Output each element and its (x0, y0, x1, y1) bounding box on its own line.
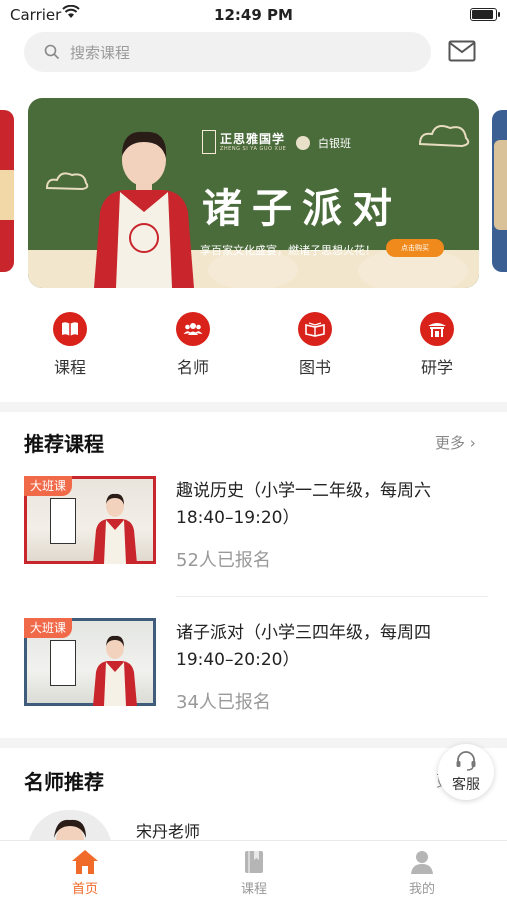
quick-nav: 课程 名师 图书 研学 (0, 312, 507, 382)
search-input[interactable]: 搜索课程 (24, 32, 431, 72)
enrolled-count: 34人已报名 (176, 692, 271, 713)
recommended-more-link[interactable]: 更多 › (435, 432, 476, 453)
tab-label: 我的 (408, 882, 435, 897)
course-thumbnail: 大班课 (24, 618, 156, 706)
class-badge: 白银班 (318, 137, 351, 150)
mail-icon[interactable] (448, 40, 476, 66)
quick-nav-label: 名师 (176, 358, 209, 377)
pavilion-icon (420, 312, 454, 346)
tab-label: 课程 (240, 882, 267, 897)
teacher-photo (94, 131, 194, 288)
teachers-icon (176, 312, 210, 346)
book-icon (245, 851, 263, 873)
home-icon (72, 850, 98, 874)
brand-name: 正思雅国学 (220, 132, 286, 146)
class-badge-icon (296, 136, 310, 150)
banner-next-slide[interactable] (492, 110, 507, 272)
more-label: 更多 (435, 434, 466, 452)
teacher-name[interactable]: 宋丹老师 (136, 818, 200, 842)
section-divider (0, 738, 507, 748)
clock: 12:49 PM (214, 6, 293, 24)
user-icon (411, 851, 433, 874)
course-title: 诸子派对（小学三四年级，每周四19:40–20:20） (176, 623, 431, 670)
teacher-photo (93, 493, 137, 564)
teacher-photo (93, 635, 137, 706)
customer-service-label: 客服 (452, 777, 480, 793)
recommended-title: 推荐课程 (24, 432, 104, 456)
tab-profile[interactable]: 我的 (372, 841, 472, 897)
section-divider (0, 402, 507, 412)
thumb-scroll (50, 640, 76, 686)
search-placeholder: 搜索课程 (70, 44, 131, 62)
banner-tagline: 享百家文化盛宴，燃诸子思想火花！ (200, 244, 376, 257)
quick-nav-courses[interactable]: 课程 (30, 312, 110, 378)
brand-subtitle: ZHENG SI YA GUO XUE (220, 146, 287, 152)
customer-service-button[interactable]: 客服 (438, 744, 494, 800)
course-title: 趣说历史（小学一二年级，每周六18:40–19:20） (176, 481, 431, 528)
brand-logo-icon (202, 130, 216, 154)
status-bar: Carrier 12:49 PM (0, 0, 507, 30)
course-tag: 大班课 (24, 618, 73, 638)
battery-icon (470, 8, 500, 21)
banner-prev-slide[interactable] (0, 110, 14, 272)
row-divider (176, 596, 488, 597)
headset-icon (456, 751, 476, 771)
banner-headline: 诸子派对 (202, 185, 402, 232)
search-icon (44, 44, 60, 64)
course-tag: 大班课 (24, 476, 73, 496)
cloud-ornament-icon (418, 125, 470, 148)
course-thumbnail: 大班课 (24, 476, 156, 564)
quick-nav-study-tours[interactable]: 研学 (397, 312, 477, 378)
quick-nav-label: 图书 (298, 358, 331, 377)
book-icon (53, 312, 87, 346)
banner-slide[interactable]: 正思雅国学 ZHENG SI YA GUO XUE 白银班 诸子派对 享百家文化… (28, 98, 479, 288)
teachers-title: 名师推荐 (24, 770, 104, 794)
quick-nav-label: 课程 (53, 358, 86, 377)
quick-nav-label: 研学 (420, 358, 453, 377)
buy-button[interactable]: 点击购买 (386, 239, 444, 257)
thumb-scroll (50, 498, 76, 544)
tab-courses[interactable]: 课程 (204, 841, 304, 897)
course-card[interactable]: 大班课 诸子派对（小学三四年级，每周四19:40–20:20） 34人已报名 (0, 618, 507, 748)
enrolled-count: 52人已报名 (176, 550, 271, 571)
tab-bar: 首页 课程 我的 (0, 840, 507, 900)
chevron-right-icon: › (465, 434, 476, 452)
tab-home[interactable]: 首页 (35, 841, 135, 897)
quick-nav-teachers[interactable]: 名师 (153, 312, 233, 378)
course-card[interactable]: 大班课 趣说历史（小学一二年级，每周六18:40–19:20） 52人已报名 (0, 476, 507, 606)
open-book-icon (298, 312, 332, 346)
quick-nav-books[interactable]: 图书 (275, 312, 355, 378)
tab-label: 首页 (71, 882, 98, 897)
